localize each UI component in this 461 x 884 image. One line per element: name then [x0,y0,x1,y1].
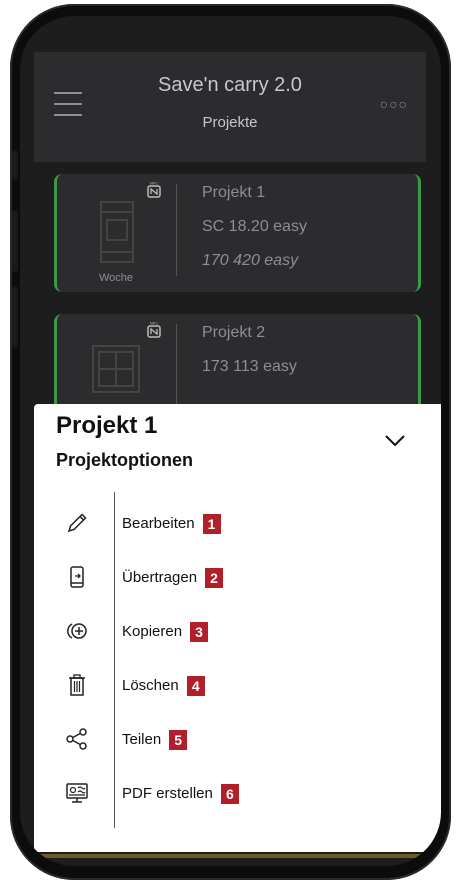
menu-item-uebertragen[interactable]: Übertragen 2 [34,556,441,600]
project-device: SC 18.20 easy [202,218,307,235]
project-model: 170 420 easy [202,252,299,269]
next-card-edge [34,854,426,858]
trash-icon [69,674,85,696]
menu-item-label: Löschen 4 [122,676,205,696]
project-name: Projekt 2 [202,324,266,341]
step-badge: 3 [190,622,209,642]
svg-text:NFC: NFC [150,321,158,326]
page-title: Projekte [202,114,258,131]
menu-item-text: Übertragen [122,568,198,586]
card-divider [176,184,177,276]
menu-item-pdf-erstellen[interactable]: PDF erstellen 6 [34,772,441,816]
svg-text:NFC: NFC [150,181,158,186]
phone-screen: Save'n carry 2.0 Projekte ○○○ NFC Woche … [20,16,441,866]
menu-item-label: Kopieren 3 [122,622,209,642]
menu-item-text: Löschen [122,676,179,694]
project-name: Projekt 1 [202,184,266,201]
step-badge: 5 [169,730,188,750]
thumbnail-label: Woche [98,272,134,284]
more-dots-icon[interactable]: ○○○ [380,96,408,112]
chevron-down-icon[interactable] [383,432,407,448]
project-options-sheet: Projekt 1 Projektoptionen Bearbeiten 1 Ü… [34,404,441,852]
sheet-title: Projekt 1 [56,412,158,439]
nfc-icon: NFC [147,321,161,338]
app-title: Save'n carry 2.0 [158,74,302,96]
menu-item-label: Übertragen 2 [122,568,224,588]
project-card-1[interactable]: NFC Woche Projekt 1 SC 18.20 easy 170 42… [54,174,421,292]
menu-item-text: Bearbeiten [122,514,195,532]
step-badge: 6 [220,784,239,804]
copy-add-icon [67,623,87,639]
pdf-monitor-icon [66,783,88,803]
step-badge: 4 [186,676,205,696]
menu-item-kopieren[interactable]: Kopieren 3 [34,610,441,654]
sheet-subtitle: Projektoptionen [56,450,194,470]
app-header: Save'n carry 2.0 Projekte ○○○ [34,52,426,162]
step-badge: 1 [202,514,221,534]
phone-transfer-icon [70,566,84,588]
pencil-icon [67,513,87,533]
menu-item-text: Teilen [122,730,162,748]
menu-item-text: Kopieren [122,622,183,640]
mute-switch [12,150,18,180]
menu-item-label: Teilen 5 [122,730,188,750]
card-divider [176,324,177,416]
menu-item-label: Bearbeiten 1 [122,514,221,534]
step-badge: 2 [205,568,224,588]
menu-item-label: PDF erstellen 6 [122,784,239,804]
menu-item-bearbeiten[interactable]: Bearbeiten 1 [34,502,441,546]
volume-down-button [12,286,18,348]
menu-item-loeschen[interactable]: Löschen 4 [34,664,441,708]
menu-item-text: PDF erstellen [122,784,213,802]
menu-item-teilen[interactable]: Teilen 5 [34,718,441,762]
volume-up-button [12,210,18,272]
nfc-icon: NFC [147,181,161,198]
share-icon [66,728,87,750]
project-device: 173 113 easy [202,358,297,375]
